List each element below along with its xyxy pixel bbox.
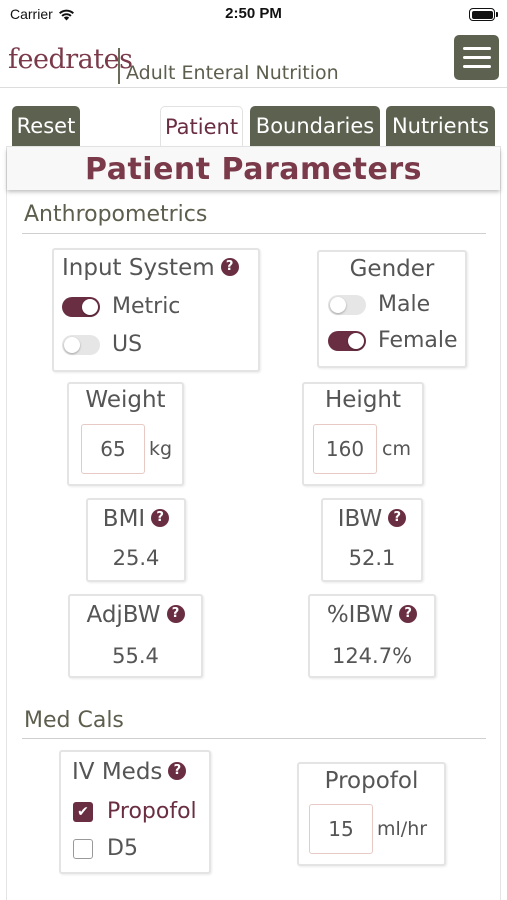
input-system-card: Input System? Metric US — [52, 248, 260, 372]
logo-divider — [118, 48, 120, 84]
hamburger-menu-icon[interactable] — [454, 35, 499, 80]
app-header: feedrates Adult Enteral Nutrition — [0, 30, 507, 88]
tab-patient[interactable]: Patient — [160, 106, 243, 146]
height-label: Height — [324, 387, 402, 413]
adjbw-label: AdjBW — [86, 602, 161, 628]
propofol-label: Propofol — [324, 768, 419, 794]
iv-meds-card: IV Meds? ✔ Propofol D5 — [59, 750, 211, 874]
male-toggle[interactable] — [328, 294, 366, 315]
help-icon[interactable]: ? — [168, 761, 187, 780]
input-system-heading: Input System? — [62, 255, 266, 281]
bmi-heading: BMI? — [88, 506, 184, 532]
propofol-unit: ml/hr — [377, 818, 428, 840]
help-icon[interactable]: ? — [151, 508, 170, 527]
bmi-value: 25.4 — [112, 546, 160, 570]
bmi-label: BMI — [102, 506, 146, 532]
help-icon[interactable]: ? — [399, 604, 418, 623]
tab-bar: Reset Patient Boundaries Nutrients — [0, 106, 507, 148]
app-logo: feedrates — [8, 44, 133, 75]
propofol-checkbox[interactable]: ✔ — [73, 801, 93, 822]
height-card: Height cm — [302, 382, 424, 486]
section-divider — [22, 233, 486, 234]
status-time: 2:50 PM — [225, 5, 282, 22]
weight-unit: kg — [149, 438, 173, 460]
metric-label: Metric — [112, 294, 181, 319]
tab-nutrients[interactable]: Nutrients — [386, 106, 495, 146]
propofol-checkbox-row[interactable]: ✔ Propofol — [73, 799, 197, 824]
section-divider — [22, 738, 486, 739]
ibw-label: IBW — [337, 506, 383, 532]
tab-boundaries[interactable]: Boundaries — [250, 106, 380, 146]
page-title: Patient Parameters — [7, 148, 500, 190]
ibw-heading: IBW? — [323, 506, 421, 532]
tab-reset[interactable]: Reset — [12, 106, 80, 146]
iv-meds-heading: IV Meds? — [72, 759, 220, 785]
gender-label: Gender — [349, 256, 435, 282]
us-toggle[interactable] — [62, 334, 100, 355]
weight-input[interactable] — [81, 424, 145, 474]
weight-label: Weight — [85, 387, 166, 413]
female-label: Female — [378, 328, 458, 353]
help-icon[interactable]: ? — [220, 257, 239, 276]
app-subtitle: Adult Enteral Nutrition — [126, 62, 339, 84]
metric-toggle-row[interactable]: Metric — [62, 294, 180, 319]
iv-meds-label: IV Meds — [72, 759, 163, 785]
d5-option-label: D5 — [107, 836, 138, 861]
ibw-card: IBW? 52.1 — [321, 498, 423, 582]
us-toggle-row[interactable]: US — [62, 332, 142, 357]
pct-ibw-label: %IBW — [326, 602, 394, 628]
d5-checkbox-row[interactable]: D5 — [73, 836, 138, 861]
gender-card: Gender Male Female — [317, 250, 467, 368]
us-label: US — [112, 332, 143, 357]
propofol-input[interactable] — [309, 804, 373, 854]
metric-toggle[interactable] — [62, 296, 100, 317]
input-system-label: Input System — [62, 255, 215, 281]
section-title-anthropometrics: Anthropometrics — [24, 202, 208, 227]
propofol-option-label: Propofol — [107, 799, 197, 824]
height-unit: cm — [382, 438, 411, 460]
weight-card: Weight kg — [67, 382, 184, 486]
ibw-value: 52.1 — [348, 546, 396, 570]
adjbw-value: 55.4 — [112, 644, 159, 668]
female-toggle-row[interactable]: Female — [328, 328, 458, 353]
height-input[interactable] — [313, 424, 377, 474]
female-toggle[interactable] — [328, 330, 366, 351]
battery-icon — [469, 8, 498, 21]
male-toggle-row[interactable]: Male — [328, 292, 430, 317]
section-title-med-cals: Med Cals — [24, 708, 124, 733]
pct-ibw-card: %IBW? 124.7% — [308, 594, 436, 678]
pct-ibw-heading: %IBW? — [310, 602, 434, 628]
bmi-card: BMI? 25.4 — [86, 498, 186, 582]
adjbw-card: AdjBW? 55.4 — [68, 594, 203, 678]
help-icon[interactable]: ? — [166, 604, 185, 623]
propofol-card: Propofol ml/hr — [297, 762, 446, 866]
help-icon[interactable]: ? — [388, 508, 407, 527]
adjbw-heading: AdjBW? — [70, 602, 201, 628]
male-label: Male — [378, 292, 431, 317]
pct-ibw-value: 124.7% — [331, 644, 413, 668]
status-bar: Carrier 2:50 PM — [0, 0, 507, 30]
d5-checkbox[interactable] — [73, 838, 93, 859]
